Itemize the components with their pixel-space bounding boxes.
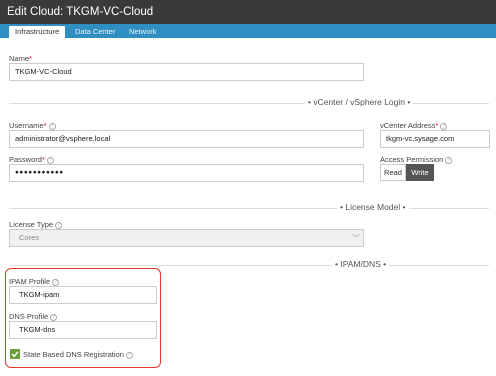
write-button[interactable]: Write: [406, 164, 434, 181]
password-input[interactable]: ●●●●●●●●●●●: [9, 164, 364, 182]
section-title-vcenter: • vCenter / vSphere Login •: [305, 97, 414, 107]
password-label: Password*?: [9, 155, 54, 164]
license-type-label: License Type?: [9, 220, 63, 229]
help-icon[interactable]: ?: [445, 157, 453, 164]
license-type-select: Cores: [9, 229, 364, 247]
checkmark-icon: [11, 351, 19, 358]
username-input[interactable]: administrator@vsphere.local: [9, 130, 364, 148]
section-title-ipam: • IPAM/DNS •: [332, 259, 390, 269]
username-label: Username*?: [9, 121, 56, 130]
window-title: Edit Cloud: TKGM-VC-Cloud: [0, 0, 496, 24]
section-divider: [9, 208, 489, 209]
ipam-profile-input[interactable]: TKGM-ipam: [9, 286, 157, 304]
vcenter-address-input[interactable]: tkgm-vc.sysage.com: [380, 130, 490, 148]
state-dns-label: State Based DNS Registration?: [23, 350, 133, 359]
chevron-down-icon: ﹀: [352, 234, 360, 243]
name-input[interactable]: TKGM-VC-Cloud: [9, 63, 364, 81]
help-icon[interactable]: ?: [48, 123, 56, 130]
section-divider: [9, 265, 489, 266]
tab-data-center[interactable]: Data Center: [75, 26, 115, 38]
section-divider: [9, 103, 489, 104]
tab-network[interactable]: Network: [129, 26, 157, 38]
help-icon[interactable]: ?: [125, 352, 133, 359]
help-icon[interactable]: ?: [55, 222, 63, 229]
tab-bar: Infrastructure Data Center Network: [0, 24, 496, 38]
help-icon[interactable]: ?: [50, 314, 58, 321]
dns-profile-label: DNS Profile?: [9, 312, 58, 321]
vcenter-address-label: vCenter Address*?: [380, 121, 448, 130]
section-title-license: • License Model •: [337, 202, 409, 212]
help-icon[interactable]: ?: [46, 157, 54, 164]
name-label: Name*: [9, 54, 32, 63]
help-icon[interactable]: ?: [440, 123, 448, 130]
read-button[interactable]: Read: [380, 164, 406, 181]
dns-profile-input[interactable]: TKGM-dns: [9, 321, 157, 339]
state-dns-checkbox[interactable]: [10, 349, 20, 359]
access-permission-label: Access Permission?: [380, 155, 453, 164]
help-icon[interactable]: ?: [52, 279, 60, 286]
ipam-profile-label: IPAM Profile?: [9, 277, 60, 286]
tab-infrastructure[interactable]: Infrastructure: [9, 26, 66, 38]
